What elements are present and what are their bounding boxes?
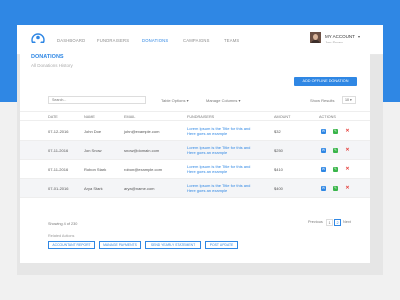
account-label[interactable]: MY ACCOUNT bbox=[325, 34, 355, 39]
col-date[interactable]: DATE bbox=[48, 115, 58, 119]
table-row[interactable]: 07-11-2016 Robon Stark robon@example.com… bbox=[20, 160, 370, 179]
row-fundraiser-link[interactable]: Lorem Ipsum is the Title for this and He… bbox=[187, 164, 253, 174]
mail-icon[interactable]: ✉ bbox=[321, 129, 326, 134]
edit-icon[interactable]: ✎ bbox=[333, 186, 338, 191]
mail-icon[interactable]: ✉ bbox=[321, 148, 326, 153]
manage-payments-button[interactable]: MANAGE PAYMENTS bbox=[99, 241, 141, 249]
row-email[interactable]: robon@example.com bbox=[124, 167, 162, 172]
related-actions-label: Related Actions bbox=[48, 234, 75, 238]
add-offline-donation-button[interactable]: ADD OFFLINE DONATION bbox=[294, 77, 357, 86]
pagination-page-1[interactable]: 1 bbox=[326, 219, 333, 226]
row-fundraiser-link[interactable]: Lorem Ipsum is the Title for this and He… bbox=[187, 183, 253, 193]
row-name: Jon Snow bbox=[84, 148, 102, 153]
delete-icon[interactable]: ✕ bbox=[345, 148, 350, 153]
col-fundraisers[interactable]: FUNDRAISERS bbox=[187, 115, 214, 119]
chevron-down-icon: ▾ bbox=[186, 98, 189, 103]
row-name: Arya Stark bbox=[84, 186, 103, 191]
chevron-down-icon[interactable]: ▾ bbox=[358, 34, 360, 39]
col-name[interactable]: NAME bbox=[84, 115, 95, 119]
row-amount: $410 bbox=[274, 167, 283, 172]
manage-columns-dropdown[interactable]: Manage Columns ▾ bbox=[206, 98, 241, 103]
col-amount[interactable]: AMOUNT bbox=[274, 115, 290, 119]
show-results-label: Show Results bbox=[310, 98, 335, 103]
table-header: DATE NAME EMAIL FUNDRAISERS AMOUNT ACTIO… bbox=[20, 111, 370, 121]
post-update-button[interactable]: POST UPDATE bbox=[205, 241, 238, 249]
edit-icon[interactable]: ✎ bbox=[333, 167, 338, 172]
row-date: 07-11-2016 bbox=[48, 148, 69, 153]
results-count: Showing 4 of 230 bbox=[48, 222, 78, 226]
row-name: John Doe bbox=[84, 129, 102, 134]
delete-icon[interactable]: ✕ bbox=[345, 167, 350, 172]
pagination-page-2[interactable]: 2 bbox=[334, 219, 341, 226]
row-date: 07-01-2016 bbox=[48, 186, 69, 191]
row-amount: $250 bbox=[274, 148, 283, 153]
mail-icon[interactable]: ✉ bbox=[321, 167, 326, 172]
mail-icon[interactable]: ✉ bbox=[321, 186, 326, 191]
table-row[interactable]: 07-11-2016 Jon Snow snow@domain.com Lore… bbox=[20, 141, 370, 160]
delete-icon[interactable]: ✕ bbox=[345, 186, 350, 191]
pagination-previous[interactable]: Previous bbox=[308, 220, 323, 224]
col-actions: ACTIONS bbox=[319, 115, 336, 119]
table-options-dropdown[interactable]: Table Options ▾ bbox=[161, 98, 189, 103]
row-name: Robon Stark bbox=[84, 167, 107, 172]
edit-icon[interactable]: ✎ bbox=[333, 129, 338, 134]
row-email[interactable]: john@example.com bbox=[124, 129, 159, 134]
row-fundraiser-link[interactable]: Lorem Ipsum is the Title for this and He… bbox=[187, 145, 253, 155]
row-amount: $400 bbox=[274, 186, 283, 191]
accountant-report-button[interactable]: ACCOUNTANT REPORT bbox=[48, 241, 95, 249]
row-date: 07-11-2016 bbox=[48, 167, 69, 172]
col-email[interactable]: EMAIL bbox=[124, 115, 135, 119]
donations-card: DONATIONS All Donations History ADD OFFL… bbox=[20, 43, 370, 263]
search-input[interactable] bbox=[48, 96, 146, 104]
page-title: DONATIONS bbox=[31, 54, 64, 60]
row-amount: $32 bbox=[274, 129, 281, 134]
edit-icon[interactable]: ✎ bbox=[333, 148, 338, 153]
table-row[interactable]: 07-12-2016 John Doe john@example.com Lor… bbox=[20, 122, 370, 141]
delete-icon[interactable]: ✕ bbox=[345, 129, 350, 134]
show-results-select[interactable]: 10 ▾ bbox=[342, 96, 356, 104]
page-subtitle: All Donations History bbox=[31, 63, 73, 68]
row-fundraiser-link[interactable]: Lorem Ipsum is the Title for this and He… bbox=[187, 126, 253, 136]
row-date: 07-12-2016 bbox=[48, 129, 69, 134]
pagination-next[interactable]: Next bbox=[343, 220, 351, 224]
row-email[interactable]: arya@name.com bbox=[124, 186, 155, 191]
send-yearly-statement-button[interactable]: SEND YEARLY STATEMENT bbox=[145, 241, 201, 249]
chevron-down-icon: ▾ bbox=[238, 98, 241, 103]
table-row[interactable]: 07-01-2016 Arya Stark arya@name.com Lore… bbox=[20, 179, 370, 198]
row-email[interactable]: snow@domain.com bbox=[124, 148, 159, 153]
